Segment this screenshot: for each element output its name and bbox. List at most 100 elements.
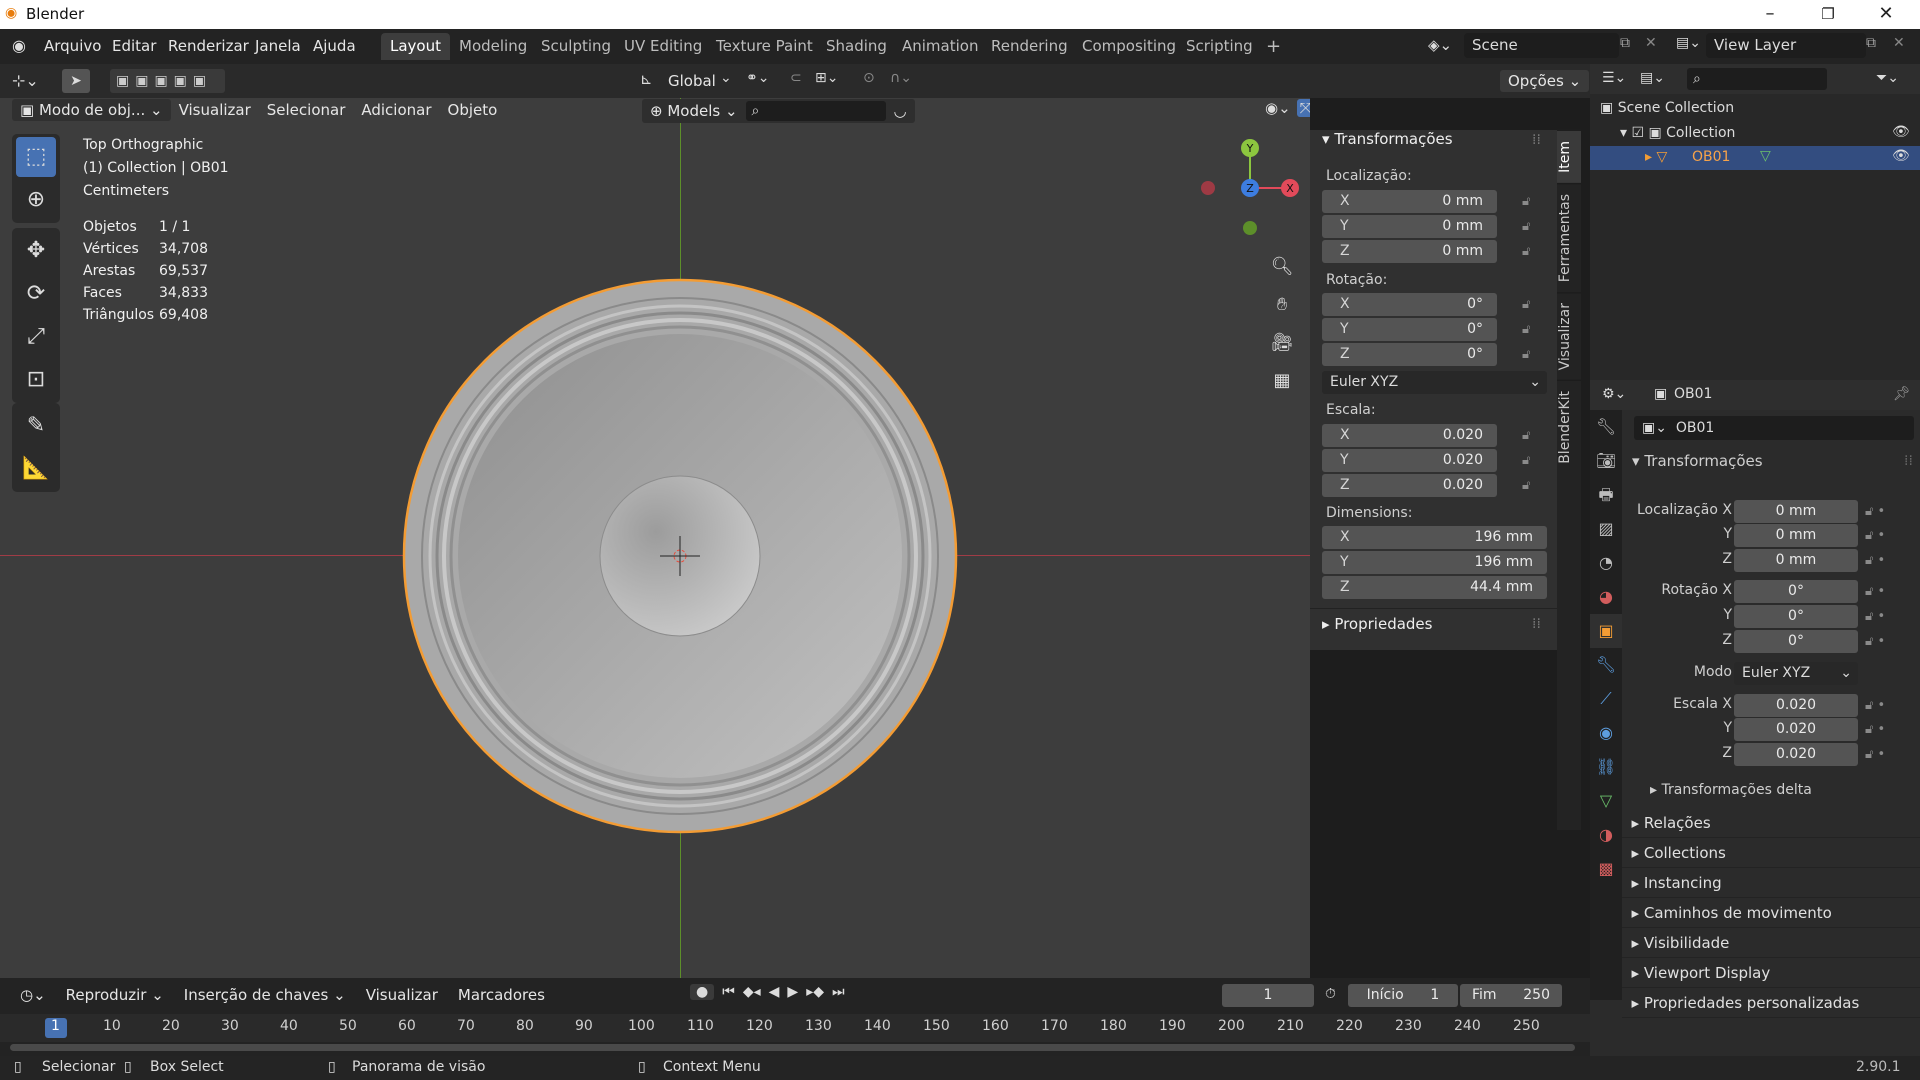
view-layer-icon[interactable]: ▤⌄ [1676,35,1701,51]
menu-help[interactable]: Ajuda [307,35,362,57]
eye-icon[interactable]: 👁︎ [1892,124,1910,140]
world-tab-icon[interactable]: ◕ [1590,580,1622,614]
visibility-icon[interactable]: ◉⌄ [1265,99,1291,117]
camera-view-icon[interactable]: 🎥︎ [1267,324,1297,362]
scale-z-field[interactable]: 0.020 [1734,743,1858,766]
texture-tab-icon[interactable]: ▩ [1590,852,1622,886]
filter-icon[interactable]: ⏷⌄ [1876,70,1899,86]
lock-icon[interactable]: 🔓︎ [1522,453,1530,468]
scene-selector-icon[interactable]: ◈⌄ [1428,36,1452,54]
tab-tools[interactable]: Ferramentas [1557,182,1581,293]
transform-section-header[interactable]: ▾ Transformações [1632,452,1763,470]
lock-icon[interactable]: 🔓︎ [1522,428,1530,443]
snap-icon[interactable]: ⊂ [790,70,802,86]
rotation-x-field[interactable]: X 0° [1322,293,1497,316]
annotate-tool-icon[interactable]: ✎ [16,406,56,446]
current-frame-field[interactable]: 1 [1222,984,1314,1007]
menu-playback[interactable]: Reproduzir ⌄ [58,984,172,1006]
menu-view[interactable]: Visualizar [358,984,446,1006]
section-collections[interactable]: ▸ Collections [1622,838,1920,868]
view-layer-tab-icon[interactable]: ▨ [1590,512,1622,546]
blender-menu-icon[interactable]: ◉ [12,36,26,55]
render-tab-icon[interactable]: 📷︎ [1590,444,1622,478]
object-name-field[interactable]: ▣⌄ OB01 [1634,416,1914,440]
tab-shading[interactable]: Shading [817,33,896,60]
menu-object[interactable]: Objeto [440,99,506,121]
rotation-y-field[interactable]: Y 0° [1322,318,1497,341]
stopwatch-icon[interactable]: ⏱ [1325,986,1336,1002]
proportional-edit-icon[interactable]: ⊙ [863,70,875,86]
editor-type-icon[interactable]: ◷⌄ [12,984,54,1006]
jump-keyframe-forward-icon[interactable]: ▸◆ [806,984,824,1000]
measure-tool-icon[interactable]: 📐 [16,449,56,489]
section-custom-properties[interactable]: ▸ Propriedades personalizadas [1622,988,1920,1018]
jump-start-icon[interactable]: ⏮ [722,984,735,1000]
material-tab-icon[interactable]: ◑ [1590,818,1622,852]
menu-view[interactable]: Visualizar [171,99,259,121]
pivot-point-icon[interactable]: ⚭⌄ [746,70,769,86]
transform-panel-header[interactable]: ▾ Transformações [1322,130,1453,148]
location-x-field[interactable]: X0 mm [1322,190,1497,213]
rotation-mode-dropdown[interactable]: Euler XYZ ⌄ [1734,662,1858,685]
selection-mode-icons[interactable]: ▣▣▣▣▣ [110,69,225,93]
drag-handle-icon[interactable]: ⁞⁞ [1532,616,1541,632]
tab-modeling[interactable]: Modeling [450,33,536,60]
play-reverse-icon[interactable]: ◀ [769,984,780,1000]
rotation-z-field[interactable]: Z 0° [1322,343,1497,366]
outliner-row-collection[interactable]: ▾ ☑ ▣ Collection [1620,125,1735,141]
zoom-icon[interactable]: 🔍︎ [1267,248,1297,286]
rotation-mode-dropdown[interactable]: Euler XYZ ⌄ [1322,371,1547,394]
new-scene-icon[interactable]: ⧉ [1620,35,1630,51]
editor-type-icon[interactable]: ⚙⌄ [1602,386,1626,402]
editor-type-icon[interactable]: ☰⌄ [1602,70,1626,86]
gizmo-icon[interactable]: ⤧ [1296,99,1310,117]
section-visibility[interactable]: ▸ Visibilidade [1622,928,1920,958]
move-tool-icon[interactable]: ✥ [16,231,56,271]
menu-markers[interactable]: Marcadores [450,984,553,1006]
scale-tool-icon[interactable]: ⤢ [16,317,56,357]
add-workspace-icon[interactable]: + [1257,33,1290,60]
scale-x-field[interactable]: 0.020 [1734,694,1858,717]
tab-sculpting[interactable]: Sculpting [532,33,620,60]
scale-y-field[interactable]: Y 0.020 [1322,449,1497,472]
minimize-icon[interactable]: – [1741,0,1799,29]
tab-blenderkit[interactable]: BlenderKit [1557,380,1581,475]
delete-scene-icon[interactable]: ✕ [1645,35,1657,51]
lock-icon[interactable]: 🔓︎ • [1865,528,1885,543]
editor-type-icon[interactable]: ⊹⌄ [12,71,39,90]
tab-texture-paint[interactable]: Texture Paint [707,33,822,60]
lock-icon[interactable]: 🔓︎ [1522,219,1530,234]
lock-icon[interactable]: 🔓︎ [1522,194,1530,209]
menu-render[interactable]: Renderizar [162,35,255,57]
tool-tab-icon[interactable]: 🔧︎ [1590,410,1622,444]
jump-keyframe-back-icon[interactable]: ◆◂ [743,984,761,1000]
mode-dropdown[interactable]: ▣ Modo de obj... ⌄ [12,99,171,121]
location-z-field[interactable]: 0 mm [1734,549,1858,572]
physics-tab-icon[interactable]: ◉ [1590,716,1622,750]
dimension-x-field[interactable]: X 196 mm [1322,526,1547,549]
options-dropdown[interactable]: Opções ⌄ [1500,70,1590,92]
lock-icon[interactable]: 🔓︎ • [1865,698,1885,713]
location-x-field[interactable]: 0 mm [1734,500,1858,523]
pan-hand-icon[interactable]: ✋︎ [1267,286,1297,324]
scale-x-field[interactable]: X 0.020 [1322,424,1497,447]
dimension-y-field[interactable]: Y 196 mm [1322,551,1547,574]
scene-tab-icon[interactable]: ◔ [1590,546,1622,580]
section-viewport-display[interactable]: ▸ Viewport Display [1622,958,1920,988]
lock-icon[interactable]: 🔓︎ [1522,347,1530,362]
end-frame-field[interactable]: Fim 250 [1460,984,1562,1007]
menu-window[interactable]: Janela [249,35,307,57]
location-z-field[interactable]: Z0 mm [1322,240,1497,263]
rotation-x-field[interactable]: 0° [1734,580,1858,603]
transform-orientation-icon[interactable]: ⊾ [640,70,653,88]
restore-icon[interactable]: ❐ [1799,0,1857,29]
modifier-tab-icon[interactable]: 🔧︎ [1590,648,1622,682]
transform-tool-icon[interactable]: ⊡ [16,360,56,400]
lock-icon[interactable]: 🔓︎ • [1865,553,1885,568]
menu-edit[interactable]: Editar [106,35,162,57]
eye-icon[interactable]: 👁︎ [1892,148,1910,164]
tab-item[interactable]: Item [1557,130,1581,183]
tab-uv-editing[interactable]: UV Editing [615,33,711,60]
lock-icon[interactable]: 🔓︎ [1522,244,1530,259]
models-options-icon[interactable]: ◡ [886,100,915,122]
